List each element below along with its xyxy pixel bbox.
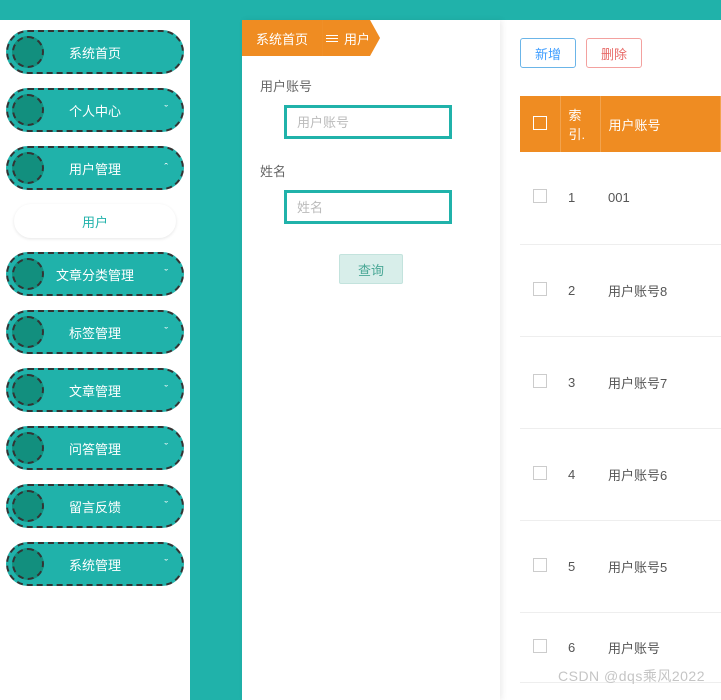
account-label: 用户账号 xyxy=(260,76,482,95)
search-panel: 系统首页 用户 用户账号 姓名 查询 xyxy=(242,20,500,700)
chevron-down-icon: ˇ xyxy=(164,326,168,338)
th-index: 索引. xyxy=(560,96,600,152)
nav-article-mgmt[interactable]: 文章管理 ˇ xyxy=(6,368,184,412)
row-checkbox[interactable] xyxy=(533,639,547,653)
nav-dot-icon xyxy=(12,258,44,290)
breadcrumb-current[interactable]: 用户 xyxy=(322,20,380,56)
nav-label: 系统首页 xyxy=(69,43,121,62)
table-row: 4用户账号6 xyxy=(520,428,721,520)
row-checkbox[interactable] xyxy=(533,374,547,388)
nav-tag-mgmt[interactable]: 标签管理 ˇ xyxy=(6,310,184,354)
nav-dot-icon xyxy=(12,94,44,126)
nav-home[interactable]: 系统首页 xyxy=(6,30,184,74)
nav-dot-icon xyxy=(12,374,44,406)
delete-button[interactable]: 删除 xyxy=(586,38,642,68)
cell-account: 用户账号5 xyxy=(600,520,721,612)
cell-account: 用户账号 xyxy=(600,612,721,682)
chevron-down-icon: ˇ xyxy=(164,442,168,454)
nav-dot-icon xyxy=(12,152,44,184)
chevron-down-icon: ˇ xyxy=(164,384,168,396)
sidebar: 系统首页 个人中心 ˇ 用户管理 ˆ 用户 文章分类管理 ˇ xyxy=(0,20,190,700)
nav-dot-icon xyxy=(12,316,44,348)
account-input[interactable] xyxy=(284,105,452,139)
nav-dot-icon xyxy=(12,432,44,464)
nav-label: 留言反馈 xyxy=(69,497,121,516)
cell-account: 用户账号8 xyxy=(600,244,721,336)
table-row: 3用户账号7 xyxy=(520,336,721,428)
table-row: 5用户账号5 xyxy=(520,520,721,612)
nav-user-mgmt[interactable]: 用户管理 ˆ xyxy=(6,146,184,190)
nav-feedback[interactable]: 留言反馈 ˇ xyxy=(6,484,184,528)
chevron-down-icon: ˇ xyxy=(164,558,168,570)
nav-dot-icon xyxy=(12,548,44,580)
cell-index: 4 xyxy=(560,428,600,520)
breadcrumb-current-label: 用户 xyxy=(344,29,370,48)
nav-label: 标签管理 xyxy=(69,323,121,342)
breadcrumb-home[interactable]: 系统首页 xyxy=(242,20,322,56)
table-row: 6用户账号 xyxy=(520,612,721,682)
row-checkbox[interactable] xyxy=(533,558,547,572)
nav-label: 问答管理 xyxy=(69,439,121,458)
row-checkbox[interactable] xyxy=(533,466,547,480)
nav-profile[interactable]: 个人中心 ˇ xyxy=(6,88,184,132)
nav-article-cat[interactable]: 文章分类管理 ˇ xyxy=(6,252,184,296)
name-input[interactable] xyxy=(284,190,452,224)
nav-dot-icon xyxy=(12,36,44,68)
row-checkbox[interactable] xyxy=(533,189,547,203)
top-bar xyxy=(0,0,721,20)
nav-sub-label: 用户 xyxy=(82,212,108,231)
search-button[interactable]: 查询 xyxy=(339,254,403,284)
nav-dot-icon xyxy=(12,490,44,522)
menu-icon xyxy=(326,33,338,44)
nav-label: 文章管理 xyxy=(69,381,121,400)
cell-index: 5 xyxy=(560,520,600,612)
nav-system-mgmt[interactable]: 系统管理 ˇ xyxy=(6,542,184,586)
chevron-down-icon: ˇ xyxy=(164,268,168,280)
cell-index: 3 xyxy=(560,336,600,428)
th-account: 用户账号 xyxy=(600,96,721,152)
breadcrumb-home-label: 系统首页 xyxy=(256,29,308,48)
add-button[interactable]: 新增 xyxy=(520,38,576,68)
nav-label: 个人中心 xyxy=(69,101,121,120)
nav-label: 文章分类管理 xyxy=(56,265,134,284)
cell-account: 用户账号7 xyxy=(600,336,721,428)
data-table: 索引. 用户账号 10012用户账号83用户账号74用户账号65用户账号56用户… xyxy=(520,96,721,683)
th-checkbox[interactable] xyxy=(520,96,560,152)
nav-label: 系统管理 xyxy=(69,555,121,574)
gap-strip xyxy=(190,20,242,700)
chevron-down-icon: ˇ xyxy=(164,104,168,116)
cell-account: 001 xyxy=(600,152,721,244)
name-label: 姓名 xyxy=(260,161,482,180)
breadcrumb: 系统首页 用户 xyxy=(242,20,500,56)
chevron-up-icon: ˆ xyxy=(164,162,168,174)
nav-label: 用户管理 xyxy=(69,159,121,178)
nav-sub-user[interactable]: 用户 xyxy=(14,204,176,238)
row-checkbox[interactable] xyxy=(533,282,547,296)
table-row: 2用户账号8 xyxy=(520,244,721,336)
nav-qa-mgmt[interactable]: 问答管理 ˇ xyxy=(6,426,184,470)
checkbox-icon[interactable] xyxy=(533,116,547,130)
cell-index: 1 xyxy=(560,152,600,244)
cell-index: 2 xyxy=(560,244,600,336)
table-row: 1001 xyxy=(520,152,721,244)
table-panel: 新增 删除 索引. 用户账号 10012用户账号83用户账号74用户账号65用户… xyxy=(500,20,721,700)
cell-index: 6 xyxy=(560,612,600,682)
chevron-down-icon: ˇ xyxy=(164,500,168,512)
cell-account: 用户账号6 xyxy=(600,428,721,520)
